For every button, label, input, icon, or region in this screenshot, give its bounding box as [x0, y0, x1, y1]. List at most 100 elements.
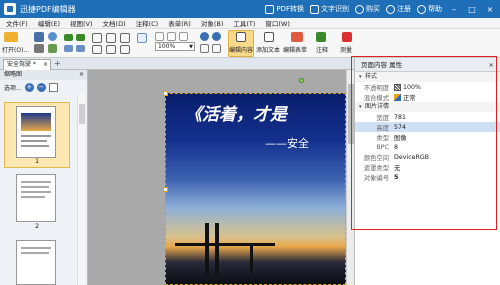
minimize-button[interactable]: – — [448, 5, 460, 14]
continuous-page-icon[interactable] — [179, 32, 188, 41]
property-row-mask-type[interactable]: 遮罩类型 无 — [355, 162, 500, 172]
zoom-out-thumb-icon[interactable]: − — [36, 82, 46, 92]
menu-bar: 文件(F) 编辑(E) 视图(V) 文档(D) 注释(C) 表单(R) 对象(B… — [0, 18, 500, 29]
help-button[interactable]: 帮助 — [417, 4, 442, 14]
redo-icon[interactable] — [76, 34, 85, 41]
property-row-colorspace[interactable]: 颜色空间 DeviceRGB — [355, 152, 500, 162]
edit-content-icon — [236, 32, 246, 42]
page-number-2: 2 — [35, 222, 40, 230]
thumbnails-scrollbar[interactable] — [77, 94, 85, 284]
tab-document[interactable]: 安全驾驶 * × — [3, 59, 51, 70]
save-icon[interactable] — [34, 32, 44, 42]
add-text-icon[interactable] — [264, 32, 274, 42]
page-number-1: 1 — [35, 157, 40, 165]
fit-page-icon[interactable] — [120, 45, 130, 54]
thumbnail-image-1 — [16, 106, 56, 158]
zoom-in-icon[interactable] — [200, 32, 209, 41]
open-button-label[interactable]: 打开(O)... — [2, 45, 29, 54]
app-title: 迅捷PDF编辑器 — [20, 4, 76, 14]
edit-form-label[interactable]: 编辑表单 — [283, 45, 307, 54]
property-row-opacity[interactable]: 不透明度 100% — [355, 82, 500, 92]
thumbnails-scroll-thumb[interactable] — [79, 104, 85, 124]
buy-button[interactable]: 购买 — [355, 4, 380, 14]
document-canvas[interactable]: 《活着，才是 ——安全 — [108, 70, 346, 285]
thumbnail-page-2[interactable] — [16, 174, 56, 222]
thumb-settings-icon[interactable] — [48, 82, 58, 92]
resize-handle-left[interactable] — [163, 187, 168, 192]
maximize-button[interactable]: □ — [466, 5, 478, 14]
close-panel-icon[interactable]: × — [79, 70, 84, 80]
two-page-icon[interactable] — [167, 32, 176, 41]
ocr-icon — [310, 4, 319, 14]
print-icon[interactable] — [34, 44, 44, 53]
menu-form[interactable]: 表单(R) — [168, 18, 191, 28]
close-properties-icon[interactable]: × — [489, 58, 494, 72]
user-icon — [386, 4, 395, 14]
edit-content-label: 编辑内容 — [229, 47, 254, 54]
section-image-details[interactable]: ▾ 图片详情 — [355, 102, 500, 112]
resize-handle-top-left[interactable] — [163, 91, 168, 96]
actual-size-icon[interactable] — [200, 44, 209, 53]
opacity-swatch-icon — [394, 83, 401, 91]
menu-file[interactable]: 文件(F) — [6, 18, 28, 28]
zoom-select[interactable]: 100% ▼ — [155, 42, 195, 51]
property-row-bpc[interactable]: BPC 8 — [355, 142, 500, 152]
menu-edit[interactable]: 编辑(E) — [38, 18, 60, 28]
scan-icon[interactable] — [48, 44, 57, 53]
email-icon[interactable] — [48, 32, 57, 41]
menu-tools[interactable]: 工具(T) — [233, 18, 255, 28]
add-text-label[interactable]: 添加文本 — [256, 45, 280, 54]
close-window-button[interactable]: × — [484, 5, 496, 14]
rotate-icon[interactable] — [137, 33, 147, 43]
menu-window[interactable]: 窗口(W) — [265, 18, 290, 28]
zoom-out-tool-icon[interactable] — [106, 45, 116, 54]
property-row-type[interactable]: 类型 图像 — [355, 132, 500, 142]
add-tab-button[interactable]: + — [54, 59, 61, 68]
thumbnail-page-3[interactable] — [16, 240, 56, 285]
edit-form-icon[interactable] — [291, 32, 303, 42]
measure-label[interactable]: 测量 — [340, 45, 352, 54]
single-page-icon[interactable] — [155, 32, 164, 41]
zoom-in-tool-icon[interactable] — [92, 45, 102, 54]
select-tool-icon[interactable] — [106, 33, 116, 43]
property-row-object-number[interactable]: 对象编号 5 — [355, 172, 500, 182]
selection-frame — [165, 93, 346, 285]
hand-tool-icon[interactable] — [92, 33, 102, 43]
options-menu[interactable]: 选项... — [4, 83, 22, 92]
annotate-icon[interactable] — [316, 32, 326, 42]
rotate-handle[interactable] — [299, 78, 304, 83]
property-row-blend-mode[interactable]: 混合模式 正常 — [355, 92, 500, 102]
pdf-convert-button[interactable]: PDF转换 — [265, 4, 304, 14]
properties-panel: 页面内容 属性 × ▾ 样式 不透明度 100% 混合模式 正常 ▾ 图片详情 宽度… — [354, 58, 500, 285]
menu-document[interactable]: 文档(D) — [103, 18, 126, 28]
thumbnails-header: 缩略图 × — [0, 70, 87, 80]
back-icon[interactable] — [64, 45, 73, 52]
measure-icon[interactable] — [342, 32, 352, 42]
canvas-scrollbar[interactable] — [346, 70, 354, 285]
thumbnails-toolbar: 选项... + − — [0, 80, 87, 94]
open-folder-icon[interactable] — [4, 32, 18, 42]
forward-icon[interactable] — [76, 45, 85, 52]
register-button[interactable]: 注册 — [386, 4, 411, 14]
title-bar: 迅捷PDF编辑器 PDF转换 文字识别 购买 注册 帮助 – □ × — [0, 0, 500, 18]
property-row-height[interactable]: 高度 574 — [355, 122, 500, 132]
snapshot-icon[interactable] — [120, 33, 130, 43]
convert-icon — [265, 4, 275, 14]
fit-width-icon[interactable] — [212, 44, 221, 53]
menu-comment[interactable]: 注释(C) — [136, 18, 159, 28]
menu-view[interactable]: 视图(V) — [70, 18, 93, 28]
property-row-width[interactable]: 宽度 781 — [355, 112, 500, 122]
annotate-label[interactable]: 注释 — [316, 45, 328, 54]
thumbnails-panel: 缩略图 × 选项... + − 1 2 — [0, 70, 88, 285]
undo-icon[interactable] — [64, 34, 73, 41]
close-tab-icon[interactable]: × — [43, 60, 48, 70]
menu-object[interactable]: 对象(B) — [201, 18, 224, 28]
panel-divider — [88, 70, 108, 285]
ocr-button[interactable]: 文字识别 — [310, 4, 349, 14]
cart-icon — [355, 4, 364, 14]
zoom-in-thumb-icon[interactable]: + — [24, 82, 34, 92]
help-icon — [417, 4, 426, 14]
app-logo-icon — [4, 3, 16, 15]
zoom-out-icon[interactable] — [212, 32, 221, 41]
section-style[interactable]: ▾ 样式 — [355, 72, 500, 82]
